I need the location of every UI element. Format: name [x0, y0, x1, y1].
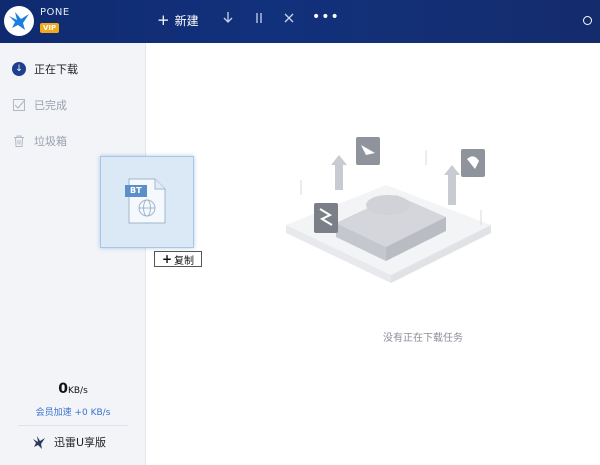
sidebar-item-label: 正在下载 — [34, 63, 78, 76]
bird-icon — [33, 435, 45, 449]
delete-button[interactable] — [281, 12, 297, 27]
bt-file-tag: BT — [130, 186, 142, 195]
vip-badge[interactable]: VIP — [40, 23, 60, 33]
new-task-label: 新建 — [174, 14, 199, 28]
trash-icon — [12, 134, 26, 148]
close-icon — [284, 13, 294, 23]
bt-file-icon — [125, 178, 166, 224]
u-version-button[interactable]: 迅雷U享版 — [32, 434, 106, 450]
title-bar: PONE VIP + 新建 ••• — [0, 0, 600, 43]
sidebar: ↓ 正在下载 已完成 垃圾箱 0KB/s 会员加速 +0 KB/s 迅雷U享版 — [0, 43, 146, 465]
download-list-area: 没有正在下载任务 — [146, 43, 600, 465]
empty-state-illustration — [286, 137, 491, 283]
copy-cursor-tooltip: + 复制 — [154, 251, 202, 267]
pause-icon — [256, 13, 262, 23]
window-menu-icon[interactable] — [583, 16, 592, 25]
check-icon — [12, 98, 26, 112]
sidebar-item-trash[interactable]: 垃圾箱 — [0, 124, 146, 158]
new-task-button[interactable]: + 新建 — [157, 12, 199, 29]
arrow-down-icon — [223, 12, 233, 23]
start-download-button[interactable] — [220, 12, 236, 27]
drag-file-preview: BT — [100, 156, 194, 248]
sidebar-item-downloading[interactable]: ↓ 正在下载 — [0, 52, 146, 86]
app-logo[interactable] — [4, 6, 34, 36]
more-button[interactable]: ••• — [312, 9, 340, 25]
download-speed: 0KB/s — [0, 381, 146, 397]
speed-unit: KB/s — [67, 386, 88, 396]
pause-button[interactable] — [251, 12, 267, 27]
plus-icon: + — [161, 252, 173, 266]
vip-speed-boost[interactable]: 会员加速 +0 KB/s — [0, 405, 146, 418]
user-name[interactable]: PONE — [40, 7, 70, 18]
copy-label: 复制 — [174, 255, 195, 267]
bird-logo-icon — [9, 12, 29, 30]
plus-icon: + — [157, 11, 170, 29]
u-version-label: 迅雷U享版 — [54, 436, 107, 449]
empty-state-text: 没有正在下载任务 — [383, 333, 463, 344]
download-icon: ↓ — [12, 62, 26, 76]
sidebar-item-label: 垃圾箱 — [34, 135, 67, 148]
sidebar-item-label: 已完成 — [34, 99, 67, 112]
speed-value: 0 — [58, 381, 68, 397]
divider — [18, 425, 128, 426]
sidebar-item-completed[interactable]: 已完成 — [0, 88, 146, 122]
